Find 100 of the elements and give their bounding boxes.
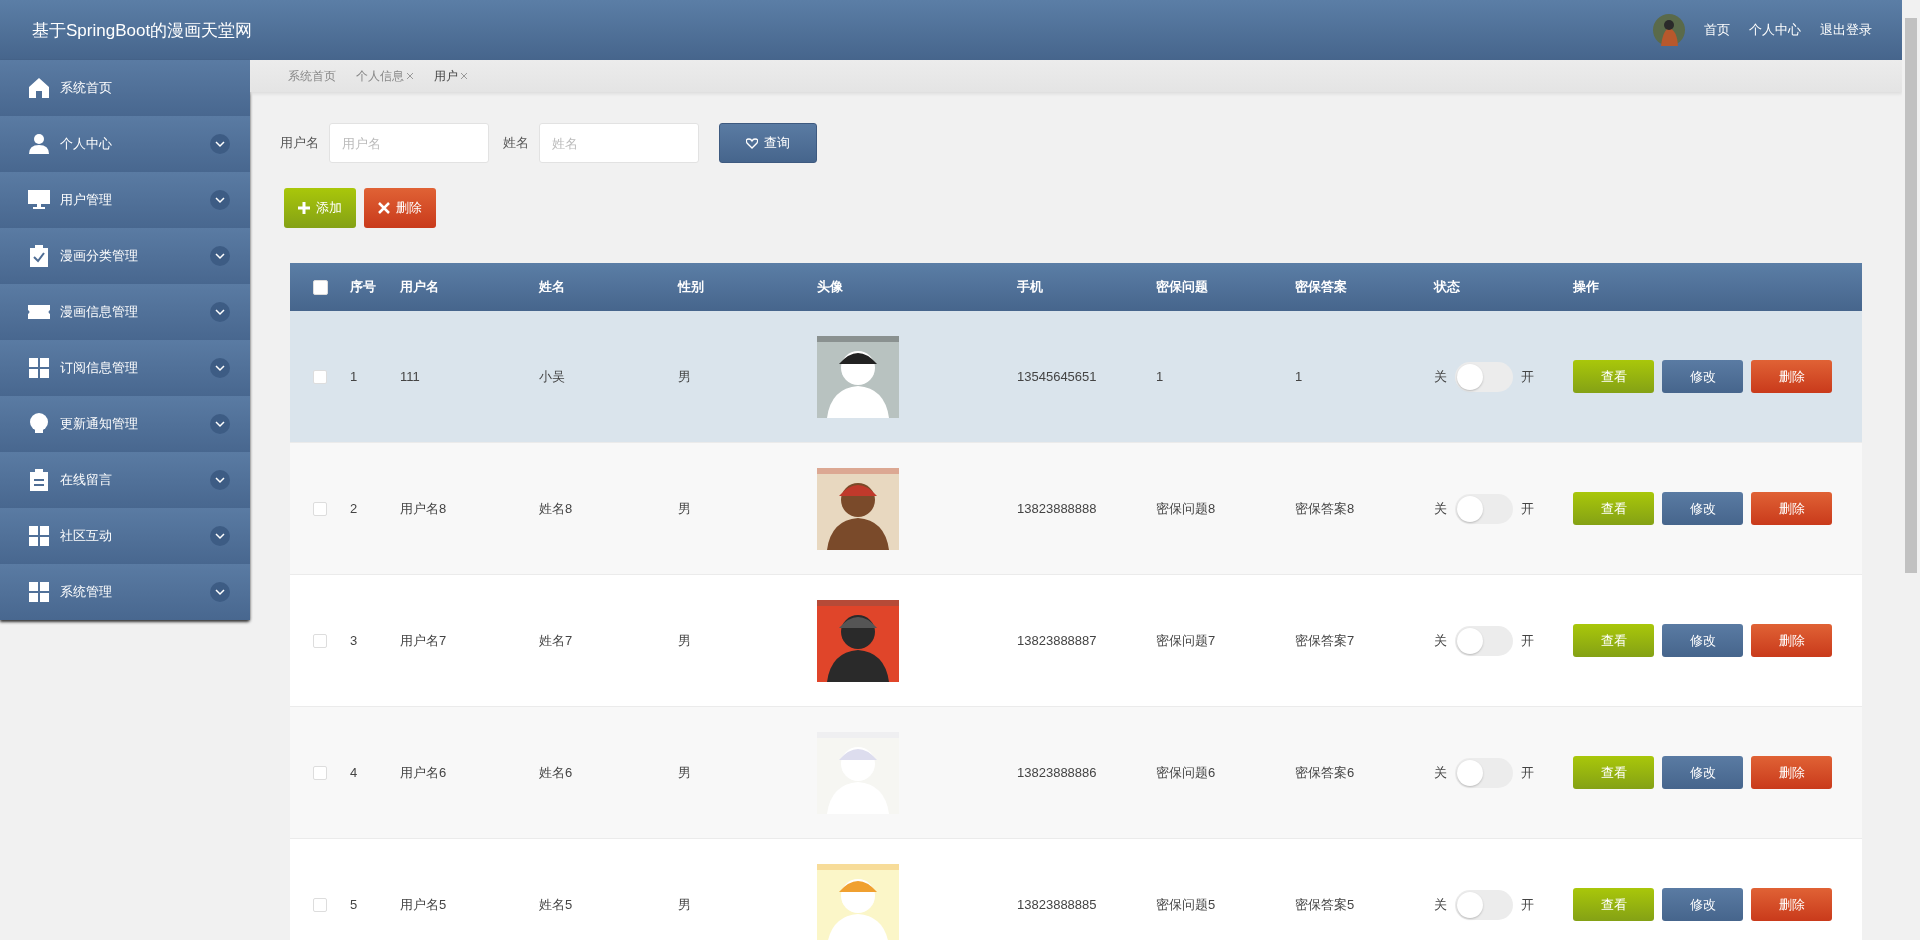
sidebar-item[interactable]: 在线留言	[0, 452, 250, 508]
edit-button[interactable]: 修改	[1662, 492, 1743, 525]
clipboard-check-icon	[28, 245, 50, 267]
toggle-switch[interactable]	[1455, 361, 1513, 392]
table-cell: 5	[350, 897, 358, 912]
table-cell: 用户名7	[400, 631, 447, 650]
delete-button[interactable]: 删除	[1751, 492, 1832, 525]
switch-label: 关	[1434, 499, 1447, 518]
edit-button[interactable]: 修改	[1662, 888, 1743, 921]
search-field[interactable]: 用户名	[329, 123, 489, 163]
grid-icon	[28, 525, 50, 547]
delete-button[interactable]: 删除	[1751, 888, 1832, 921]
monitor-icon	[28, 189, 50, 211]
grid-icon	[28, 581, 50, 603]
table-cell: 3	[350, 633, 358, 648]
table-row[interactable]: 1 111 小吴 男 13545645651 1 1 关 开 查看 修改 删除	[290, 311, 1862, 443]
column-header: 用户名	[400, 278, 439, 296]
switch-label: 开	[1521, 499, 1534, 518]
table-cell: 密保问题8	[1156, 499, 1216, 518]
clipboard-icon	[28, 469, 50, 491]
table-cell: 1	[1156, 369, 1164, 384]
delete-button[interactable]: 删除	[1751, 756, 1832, 789]
switch-label: 关	[1434, 763, 1447, 782]
column-header: 性别	[678, 278, 704, 296]
switch-label: 开	[1521, 631, 1534, 650]
close-icon[interactable]	[460, 72, 468, 80]
home-icon	[28, 77, 50, 99]
sidebar-item[interactable]: 漫画分类管理	[0, 228, 250, 284]
table-cell: 111	[400, 369, 420, 384]
switch-label: 关	[1434, 367, 1447, 386]
table-cell: 13823888887	[1017, 633, 1097, 648]
nav-link[interactable]: 首页	[1704, 21, 1730, 39]
sidebar-item[interactable]: 个人中心	[0, 116, 250, 172]
toggle-switch[interactable]	[1455, 757, 1513, 788]
edit-button[interactable]: 修改	[1662, 756, 1743, 789]
table-row[interactable]: 4 用户名6 姓名6 男 13823888886 密保问题6 密保答案6 关 开 查看 修改 删除	[290, 707, 1862, 839]
table-cell: 密保问题5	[1156, 895, 1216, 914]
nav-link[interactable]: 退出登录	[1820, 21, 1872, 39]
breadcrumb-tab[interactable]: 个人信息	[356, 67, 414, 85]
table-row[interactable]: 3 用户名7 姓名7 男 13823888887 密保问题7 密保答案7 关 开 查看 修改 删除	[290, 575, 1862, 707]
search-button[interactable]: 查询	[719, 123, 817, 163]
sidebar-item[interactable]: 系统首页	[0, 60, 250, 116]
toggle-switch[interactable]	[1455, 889, 1513, 920]
column-header: 密保问题	[1156, 278, 1208, 296]
close-icon[interactable]	[406, 72, 414, 80]
table-row[interactable]: 5 用户名5 姓名5 男 13823888885 密保问题5 密保答案5 关 开 查看 修改 删除	[290, 839, 1862, 940]
table-cell: 男	[678, 763, 691, 782]
checkbox[interactable]	[313, 501, 327, 516]
sidebar-item[interactable]: 更新通知管理	[0, 396, 250, 452]
column-header: 序号	[350, 278, 376, 296]
checkbox[interactable]	[312, 279, 328, 295]
breadcrumb-tab[interactable]: 系统首页	[288, 67, 336, 85]
delete-button[interactable]: 删除	[364, 188, 436, 228]
table-cell: 姓名7	[539, 631, 573, 650]
table-cell: 男	[678, 367, 691, 386]
table-cell: 1	[1295, 369, 1303, 384]
table-cell: 13823888885	[1017, 897, 1097, 912]
sidebar-item[interactable]: 社区互动	[0, 508, 250, 564]
lightbulb-icon	[28, 413, 50, 435]
table-cell: 用户名5	[400, 895, 447, 914]
sidebar-item[interactable]: 订阅信息管理	[0, 340, 250, 396]
edit-button[interactable]: 修改	[1662, 360, 1743, 393]
table-cell: 2	[350, 501, 358, 516]
checkbox[interactable]	[313, 633, 327, 648]
delete-button[interactable]: 删除	[1751, 360, 1832, 393]
table-cell: 13545645651	[1017, 369, 1097, 384]
toggle-switch[interactable]	[1455, 625, 1513, 656]
nav-link[interactable]: 个人中心	[1749, 21, 1801, 39]
toggle-switch[interactable]	[1455, 493, 1513, 524]
avatar-icon	[1653, 14, 1685, 46]
table-cell: 密保答案5	[1295, 895, 1355, 914]
column-header: 头像	[817, 278, 843, 296]
switch-label: 关	[1434, 631, 1447, 650]
table-cell: 小吴	[539, 367, 565, 386]
table-cell: 姓名6	[539, 763, 573, 782]
search-field[interactable]: 姓名	[539, 123, 699, 163]
switch-label: 开	[1521, 895, 1534, 914]
breadcrumb-tab[interactable]: 用户	[434, 67, 468, 85]
site-title: 基于SpringBoot的漫画天堂网	[32, 19, 253, 42]
user-icon	[28, 133, 50, 155]
table-cell: 密保答案6	[1295, 763, 1355, 782]
edit-button[interactable]: 修改	[1662, 624, 1743, 657]
checkbox[interactable]	[313, 897, 327, 912]
close-icon	[378, 202, 390, 214]
sidebar-item[interactable]: 系统管理	[0, 564, 250, 620]
sidebar-item[interactable]: 用户管理	[0, 172, 250, 228]
heart-icon	[746, 137, 758, 149]
table-cell: 男	[678, 631, 691, 650]
column-header: 姓名	[539, 278, 565, 296]
table-cell: 用户名6	[400, 763, 447, 782]
delete-button[interactable]: 删除	[1751, 624, 1832, 657]
checkbox[interactable]	[313, 765, 327, 780]
switch-label: 关	[1434, 895, 1447, 914]
checkbox[interactable]	[313, 369, 327, 384]
sidebar-item[interactable]: 漫画信息管理	[0, 284, 250, 340]
table-row[interactable]: 2 用户名8 姓名8 男 13823888888 密保问题8 密保答案8 关 开 查看 修改 删除	[290, 443, 1862, 575]
table-cell: 密保答案7	[1295, 631, 1355, 650]
table-cell: 密保问题7	[1156, 631, 1216, 650]
table-cell: 1	[350, 369, 358, 384]
table-cell: 13823888886	[1017, 765, 1097, 780]
